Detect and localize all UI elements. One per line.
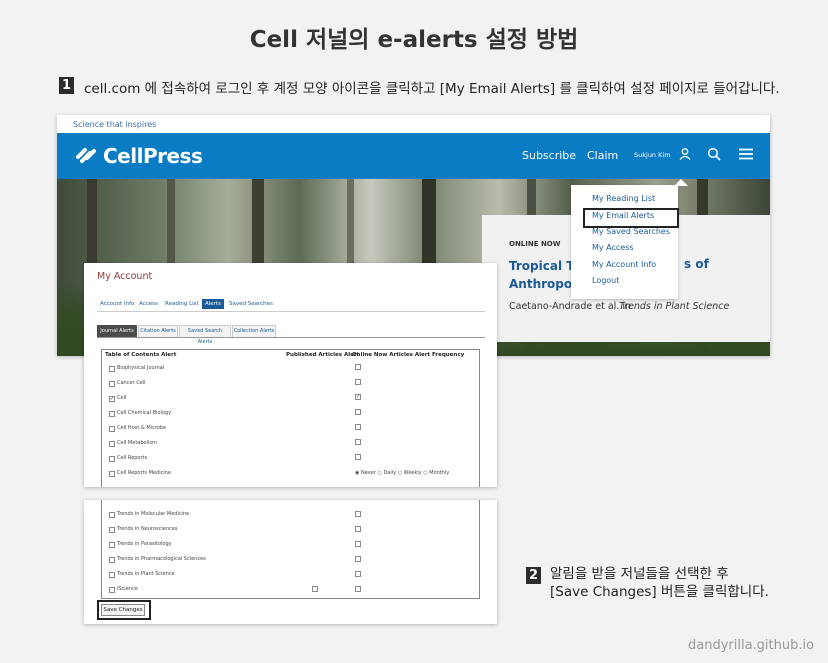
online-checkbox[interactable] bbox=[355, 379, 361, 385]
journal-name: Trends in Molecular Medicine bbox=[117, 511, 190, 517]
journal-name: Cell bbox=[117, 395, 127, 401]
radio-daily-icon[interactable]: ○ bbox=[377, 470, 381, 476]
dropdown-my-saved-searches[interactable]: My Saved Searches bbox=[592, 227, 670, 236]
article-journal[interactable]: Trends in Plant Science bbox=[619, 301, 729, 312]
online-checkbox[interactable] bbox=[355, 409, 361, 415]
step-2-text: 알림을 받을 저널들을 선택한 후 [Save Changes] 버튼을 클릭합… bbox=[550, 565, 769, 601]
online-checkbox[interactable] bbox=[355, 364, 361, 370]
tab-reading-list[interactable]: Reading List bbox=[165, 301, 199, 307]
divider bbox=[97, 337, 485, 338]
journal-name: Cell Host & Microbe bbox=[117, 425, 167, 431]
my-account-screenshot: My Account Account Info Access Reading L… bbox=[84, 263, 497, 487]
cellpress-logo[interactable]: CellPress bbox=[103, 144, 203, 168]
toc-checkbox[interactable] bbox=[109, 381, 115, 387]
alerts-table: Table of Contents Alert Published Articl… bbox=[101, 349, 480, 487]
frequency-options[interactable]: ◉ Never ○ Daily ○ Weekly ○ Monthly bbox=[355, 470, 449, 476]
online-checkbox[interactable] bbox=[355, 454, 361, 460]
step-2-badge: 2 bbox=[526, 567, 541, 584]
radio-monthly-icon[interactable]: ○ bbox=[423, 470, 427, 476]
journal-name: Trends in Pharmacological Sciences bbox=[117, 556, 206, 562]
online-checkbox-checked[interactable]: ✓ bbox=[355, 394, 361, 400]
col-online: Online Now Articles Alert Frequency bbox=[352, 352, 465, 358]
journal-name: Cell Reports bbox=[117, 455, 148, 461]
step-2-line-2: [Save Changes] 버튼을 클릭합니다. bbox=[550, 584, 769, 600]
page-title: Cell 저널의 e-alerts 설정 방법 bbox=[249, 27, 579, 53]
online-checkbox[interactable] bbox=[355, 556, 361, 562]
tab-account-info[interactable]: Account Info bbox=[100, 301, 134, 307]
dropdown-my-access[interactable]: My Access bbox=[592, 243, 634, 252]
online-now-label: ONLINE NOW bbox=[509, 240, 561, 248]
search-icon[interactable] bbox=[707, 147, 721, 161]
tab-access[interactable]: Access bbox=[139, 301, 158, 307]
journal-name: iScience bbox=[117, 586, 138, 592]
toc-checkbox[interactable] bbox=[109, 411, 115, 417]
journal-name: Trends in Parasitology bbox=[117, 541, 172, 547]
freq-daily[interactable]: Daily bbox=[383, 470, 396, 476]
toc-checkbox[interactable] bbox=[109, 471, 115, 477]
journal-name: Biophysical Journal bbox=[117, 365, 165, 371]
nav-subscribe[interactable]: Subscribe bbox=[522, 149, 576, 162]
dropdown-my-account-info[interactable]: My Account Info bbox=[592, 260, 656, 269]
online-checkbox[interactable] bbox=[355, 511, 361, 517]
account-dropdown: My Reading List My Email Alerts My Saved… bbox=[571, 185, 679, 299]
journal-name: Cancer Cell bbox=[117, 380, 146, 386]
online-checkbox[interactable] bbox=[355, 586, 361, 592]
radio-weekly-icon[interactable]: ○ bbox=[398, 470, 402, 476]
site-navbar: CellPress Subscribe Claim Sukjun Kim bbox=[57, 133, 770, 179]
published-checkbox[interactable] bbox=[312, 586, 318, 592]
user-icon[interactable] bbox=[678, 147, 692, 161]
toc-checkbox[interactable] bbox=[109, 542, 115, 548]
freq-never[interactable]: Never bbox=[361, 470, 376, 476]
radio-never-icon[interactable]: ◉ bbox=[355, 470, 359, 476]
menu-icon[interactable] bbox=[738, 147, 754, 161]
toc-checkbox[interactable] bbox=[109, 557, 115, 563]
toc-checkbox[interactable] bbox=[109, 512, 115, 518]
watermark: dandyrilla.github.io bbox=[688, 638, 815, 653]
toc-checkbox[interactable] bbox=[109, 456, 115, 462]
tab-saved-searches[interactable]: Saved Searches bbox=[229, 301, 273, 307]
article-authors: Caetano-Andrade et al. in bbox=[509, 301, 631, 312]
online-checkbox[interactable] bbox=[355, 526, 361, 532]
toc-checkbox[interactable] bbox=[109, 527, 115, 533]
toc-checkbox[interactable] bbox=[109, 572, 115, 578]
site-tagline: Science that inspires bbox=[73, 120, 157, 129]
journal-name: Cell Chemical Biology bbox=[117, 410, 172, 416]
step-1-badge: 1 bbox=[59, 77, 74, 94]
dropdown-my-reading-list[interactable]: My Reading List bbox=[592, 194, 655, 203]
email-alerts-highlight bbox=[583, 208, 679, 228]
tab-alerts[interactable]: Alerts bbox=[202, 299, 224, 309]
col-published: Published Articles Alert bbox=[286, 352, 360, 358]
account-title: My Account bbox=[97, 271, 153, 282]
online-checkbox[interactable] bbox=[355, 571, 361, 577]
journal-name: Trends in Neurosciences bbox=[117, 526, 178, 532]
toc-checkbox[interactable] bbox=[109, 426, 115, 432]
toc-checkbox-checked[interactable]: ✓ bbox=[109, 396, 115, 402]
alerts-table-lower: Trends in Molecular Medicine Trends in N… bbox=[101, 500, 480, 599]
online-checkbox[interactable] bbox=[355, 424, 361, 430]
cellpress-logo-icon[interactable] bbox=[75, 143, 97, 165]
online-checkbox[interactable] bbox=[355, 439, 361, 445]
freq-weekly[interactable]: Weekly bbox=[404, 470, 422, 476]
toc-checkbox[interactable] bbox=[109, 441, 115, 447]
toc-checkbox[interactable] bbox=[109, 587, 115, 593]
journal-name: Cell Reports Medicine bbox=[117, 470, 172, 476]
divider bbox=[97, 311, 485, 312]
journal-name: Trends in Plant Science bbox=[117, 571, 175, 577]
step-1-text: cell.com 에 접속하여 로그인 후 계정 모양 아이콘을 클릭하고 [M… bbox=[84, 81, 780, 97]
toc-checkbox[interactable] bbox=[109, 366, 115, 372]
nav-claim[interactable]: Claim bbox=[587, 149, 618, 162]
dropdown-logout[interactable]: Logout bbox=[592, 276, 619, 285]
nav-username[interactable]: Sukjun Kim bbox=[634, 151, 671, 159]
step-2-line-1: 알림을 받을 저널들을 선택한 후 bbox=[550, 566, 729, 582]
journal-name: Cell Metabolism bbox=[117, 440, 157, 446]
freq-monthly[interactable]: Monthly bbox=[429, 470, 449, 476]
col-toc: Table of Contents Alert bbox=[105, 352, 177, 358]
article-title-end[interactable]: s of bbox=[684, 257, 709, 271]
online-checkbox[interactable] bbox=[355, 541, 361, 547]
save-changes-highlight bbox=[97, 600, 151, 620]
save-changes-screenshot: Trends in Molecular Medicine Trends in N… bbox=[84, 500, 497, 624]
